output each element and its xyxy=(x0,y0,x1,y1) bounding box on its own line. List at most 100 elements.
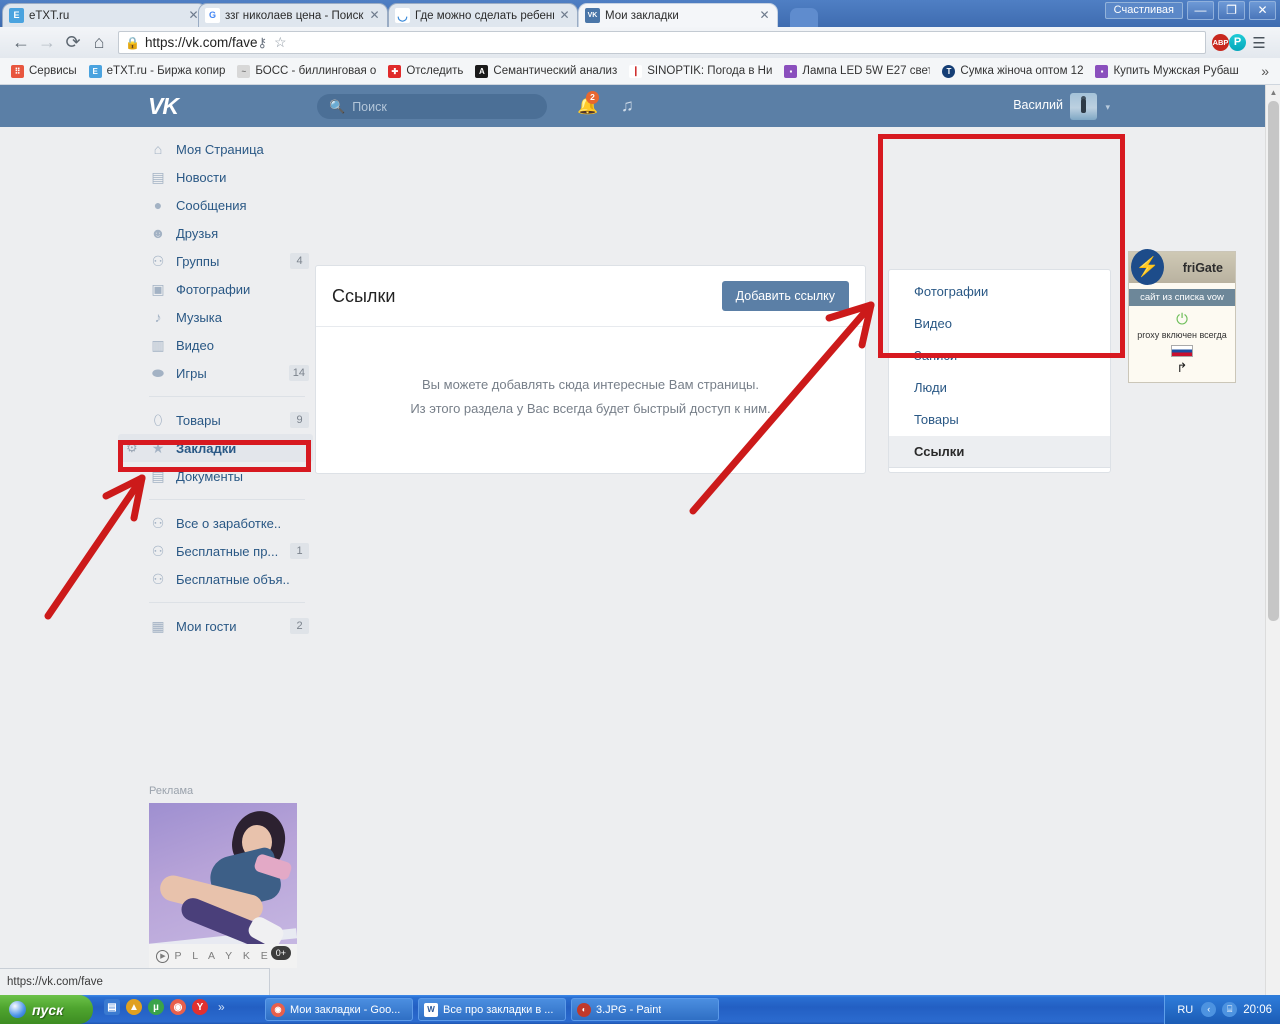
taskbar-window-word[interactable]: W Все про закладки в ... xyxy=(418,998,566,1021)
sidebar-item-video[interactable]: ▥ Видео xyxy=(118,331,313,359)
bookmark-item[interactable]: ✚ Отследить xyxy=(382,61,469,81)
sidebar-item-goods[interactable]: ⬯ Товары 9 xyxy=(118,406,313,434)
user-name[interactable]: Василий xyxy=(1013,98,1063,112)
scrollbar-thumb[interactable] xyxy=(1268,101,1279,621)
etxt-icon: E xyxy=(9,8,24,23)
minimize-button[interactable]: — xyxy=(1187,1,1214,20)
bookmark-star-icon[interactable]: ☆ xyxy=(274,34,287,51)
sidebar-item-messages[interactable]: ● Сообщения xyxy=(118,191,313,219)
poper-blocker-icon[interactable]: P xyxy=(1229,34,1246,51)
chrome-icon: ◉ xyxy=(271,1002,285,1017)
desktop-icon[interactable]: ▤ xyxy=(104,999,120,1015)
add-link-button[interactable]: Добавить ссылку xyxy=(721,281,849,311)
amule-icon[interactable]: ▲ xyxy=(126,999,142,1015)
close-window-button[interactable]: ✕ xyxy=(1249,1,1276,20)
browser-tab-3[interactable]: VK Мои закладки ✕ xyxy=(578,3,778,27)
network-icon[interactable]: ⌸ xyxy=(1222,1002,1238,1017)
taskbar-window-paint[interactable]: ◐ 3.JPG - Paint xyxy=(571,998,719,1021)
music-note-icon[interactable]: ♫ xyxy=(621,96,634,116)
vk-top-header: VK 🔍 Поиск 🔔 2 ♫ Василий ▾ xyxy=(0,85,1280,127)
bookmark-item[interactable]: ┃ SINOPTIK: Погода в Ни xyxy=(623,61,778,81)
groups-icon: ⚇ xyxy=(151,252,165,269)
taskbar-window-chrome[interactable]: ◉ Мои закладки - Goo... xyxy=(265,998,413,1021)
scroll-up-icon[interactable]: ▲ xyxy=(1266,85,1280,100)
sidebar-item-documents[interactable]: ▤ Документы xyxy=(118,462,313,490)
status-bar-url: https://vk.com/fave xyxy=(7,976,103,988)
sidebar-item-group-1[interactable]: ⚇ Все о заработке.. xyxy=(118,509,313,537)
bookmark-item[interactable]: A Семантический анализ xyxy=(469,61,623,81)
bookmarks-overflow-icon[interactable]: » xyxy=(1261,63,1275,79)
sidebar-item-group-3[interactable]: ⚇ Бесплатные объя.. xyxy=(118,565,313,593)
forward-icon[interactable]: → xyxy=(34,30,60,56)
sidebar-item-group-2[interactable]: ⚇ Бесплатные пр... 1 xyxy=(118,537,313,565)
messages-icon: ● xyxy=(153,197,163,213)
friend-icon: ☻ xyxy=(150,225,166,241)
sidebar-item-label: Моя Страница xyxy=(176,141,264,157)
chrome-icon[interactable]: ◉ xyxy=(170,999,186,1015)
tab-close-icon[interactable]: ✕ xyxy=(758,9,771,22)
browser-tab-0[interactable]: E eTXT.ru ✕ xyxy=(2,3,207,27)
sidebar-item-bookmarks[interactable]: ⚙ ★ Закладки xyxy=(118,434,313,462)
home-icon[interactable]: ⌂ xyxy=(86,30,112,56)
language-indicator[interactable]: RU xyxy=(1177,1004,1193,1016)
fave-menu-item-people[interactable]: Люди xyxy=(889,372,1110,404)
sidebar-item-groups[interactable]: ⚇ Группы 4 xyxy=(118,247,313,275)
bookmarks-bar: ⠿ Сервисы E eTXT.ru - Биржа копир ~ БОСС… xyxy=(0,58,1280,85)
bookmark-item[interactable]: ▪ Купить Мужская Рубаш xyxy=(1089,61,1244,81)
frigate-arrow-icon[interactable]: ↱ xyxy=(1129,360,1235,376)
ad-image[interactable]: ▶ P L A Y K E Y 0+ xyxy=(149,803,297,968)
sidebar-item-friends[interactable]: ☻ Друзья xyxy=(118,219,313,247)
avatar[interactable] xyxy=(1070,93,1097,120)
maximize-button[interactable]: ❐ xyxy=(1218,1,1245,20)
start-button[interactable]: пуск xyxy=(0,995,93,1024)
yandex-icon[interactable]: Y xyxy=(192,999,208,1015)
bookmark-label: Семантический анализ xyxy=(493,65,618,77)
vk-logo-icon[interactable]: VK xyxy=(148,93,179,120)
grid-icon: ▦ xyxy=(151,617,165,634)
tab-close-icon[interactable]: ✕ xyxy=(558,9,571,22)
fave-menu-item-videos[interactable]: Видео xyxy=(889,308,1110,340)
reload-icon[interactable]: ⟳ xyxy=(60,30,86,56)
tab-close-icon[interactable]: ✕ xyxy=(368,9,381,22)
bookmark-item[interactable]: T Сумка жіноча оптом 12 xyxy=(936,61,1089,81)
sidebar-item-my-page[interactable]: ⌂ Моя Страница xyxy=(118,135,313,163)
address-bar[interactable]: 🔒 https://vk.com/fave ⚷ ☆ xyxy=(118,31,1206,54)
fave-menu-item-goods[interactable]: Товары xyxy=(889,404,1110,436)
advertisement-block: Реклама ▶ P L A Y K E Y 0+ Ove xyxy=(149,785,299,995)
fave-menu-item-posts[interactable]: Записи xyxy=(889,340,1110,372)
new-tab-button[interactable] xyxy=(790,8,818,27)
sidebar-item-games[interactable]: ⬬ Игры 14 xyxy=(118,359,313,387)
key-icon[interactable]: ⚷ xyxy=(258,35,268,51)
taskbar-window-label: 3.JPG - Paint xyxy=(596,1003,662,1016)
browser-tab-2[interactable]: ◡ Где можно сделать ребенк ✕ xyxy=(388,3,578,27)
browser-tab-1[interactable]: G ззг николаев цена - Поиск ✕ xyxy=(198,3,388,27)
sidebar-item-photos[interactable]: ▣ Фотографии xyxy=(118,275,313,303)
chevron-down-icon[interactable]: ▾ xyxy=(1105,102,1110,113)
film-icon: ▥ xyxy=(151,336,165,353)
chrome-menu-icon[interactable]: ☰ xyxy=(1246,30,1272,56)
utorrent-icon[interactable]: µ xyxy=(148,999,164,1015)
bookmark-item[interactable]: ~ БОСС - биллинговая о xyxy=(231,61,382,81)
search-input[interactable]: 🔍 Поиск xyxy=(317,94,547,119)
adblock-icon[interactable]: ABP xyxy=(1212,34,1229,51)
bookmark-item[interactable]: E eTXT.ru - Биржа копир xyxy=(83,61,232,81)
quick-launch-overflow-icon[interactable]: » xyxy=(218,1000,225,1014)
sidebar-item-label: Фотографии xyxy=(176,281,251,297)
bookmark-item[interactable]: ▪ Лампа LED 5W E27 свет xyxy=(778,61,936,81)
bookmark-item[interactable]: ⠿ Сервисы xyxy=(5,61,83,81)
notifications-bell-icon[interactable]: 🔔 2 xyxy=(577,91,599,116)
sidebar-item-label: Новости xyxy=(176,169,227,185)
power-icon[interactable]: ⏻ xyxy=(1129,311,1235,328)
shield-icon[interactable]: ‹ xyxy=(1201,1002,1217,1017)
fave-menu-item-photos[interactable]: Фотографии xyxy=(889,276,1110,308)
sidebar-item-my-guests[interactable]: ▦ Мои гости 2 xyxy=(118,612,313,640)
back-icon[interactable]: ← xyxy=(8,30,34,56)
fave-menu-item-links[interactable]: Ссылки xyxy=(889,436,1110,468)
page-scrollbar[interactable]: ▲ xyxy=(1265,85,1280,995)
sidebar-item-music[interactable]: ♪ Музыка xyxy=(118,303,313,331)
vk-page: VK 🔍 Поиск 🔔 2 ♫ Василий ▾ ⌂ Моя Страница xyxy=(0,85,1280,995)
gear-icon[interactable]: ⚙ xyxy=(126,441,140,455)
sidebar-item-news[interactable]: ▤ Новости xyxy=(118,163,313,191)
clock[interactable]: 20:06 xyxy=(1243,1004,1272,1016)
profile-button[interactable]: Счастливая xyxy=(1104,2,1183,19)
